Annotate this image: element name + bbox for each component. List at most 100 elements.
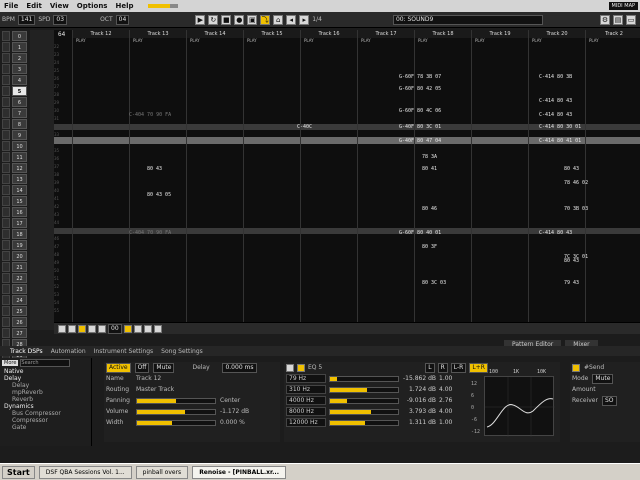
dsp-device-item[interactable]: Gate <box>0 424 91 431</box>
dsp-category[interactable]: Native <box>0 368 91 375</box>
pattern-note[interactable]: C-414 80 43 <box>539 98 572 104</box>
pattern-note[interactable]: 70 3B 03 <box>564 206 588 212</box>
pattern-note[interactable]: 80 46 <box>422 206 437 212</box>
dsp-category[interactable]: Delay <box>0 375 91 382</box>
pattern-note[interactable]: C-414 80 41 01 <box>539 138 581 144</box>
pattern-note[interactable]: 78 46 02 <box>564 180 588 186</box>
sequence-slot[interactable]: 19 <box>2 240 28 250</box>
eq-band-gain[interactable]: 1.311 dB <box>402 419 436 426</box>
track-property-value[interactable]: Track 12 <box>136 375 161 382</box>
track-header[interactable]: Track 13 <box>130 30 186 38</box>
sequence-slot-marker[interactable] <box>2 108 10 118</box>
redo-icon[interactable] <box>98 324 106 333</box>
step-next-icon[interactable]: ▸ <box>299 14 310 25</box>
dsp-device-item[interactable]: Delay <box>0 382 91 389</box>
pattern-note[interactable]: G-60F 80 4C 06 <box>399 108 441 114</box>
active-toggle[interactable]: Active <box>106 362 131 373</box>
sequence-slot-marker[interactable] <box>2 42 10 52</box>
track-column[interactable]: Track 14 PLAY <box>186 30 243 322</box>
sequence-slot[interactable]: 18 <box>2 229 28 239</box>
pattern-note[interactable]: 80 41 <box>422 166 437 172</box>
track-header[interactable]: Track 19 <box>472 30 528 38</box>
pattern-note[interactable]: C-414 80 30 01 <box>539 124 581 130</box>
eq-band-gain-slider[interactable] <box>329 397 399 404</box>
lr-right[interactable]: R <box>437 362 448 373</box>
sequence-slot[interactable]: 1 <box>2 42 28 52</box>
metronome-icon[interactable]: ⌂ <box>273 14 284 25</box>
eq-band-gain-slider[interactable] <box>329 419 399 426</box>
menu-help[interactable]: Help <box>111 2 137 10</box>
dsp-device-item[interactable]: mpReverb <box>0 389 91 396</box>
eq-band-q[interactable]: 4.00 <box>439 408 457 415</box>
eq-band-gain-slider[interactable] <box>329 375 399 382</box>
bpm-field[interactable]: 141 <box>17 14 36 25</box>
spd-field[interactable]: 03 <box>53 14 68 25</box>
sequence-slot[interactable]: 0 <box>2 31 28 41</box>
track-column[interactable]: Track 15 PLAY <box>243 30 300 322</box>
track-header[interactable]: Track 16 <box>301 30 357 38</box>
eq-band-frequency[interactable]: 8000 Hz <box>286 407 326 416</box>
sequence-slot[interactable]: 12 <box>2 163 28 173</box>
sequence-slot-marker[interactable] <box>2 130 10 140</box>
track-header[interactable]: Track 12 <box>73 30 129 38</box>
fx-column-icon[interactable] <box>153 324 162 333</box>
pattern-note[interactable]: G-40F 80 47 04 <box>399 138 441 144</box>
delay-field[interactable]: 0.000 ms <box>222 362 257 373</box>
loop-icon[interactable]: ↻ <box>208 14 219 25</box>
menu-options[interactable]: Options <box>73 2 112 10</box>
pattern-play-icon[interactable]: ▣ <box>247 14 258 25</box>
sequence-slot[interactable]: 2 <box>2 53 28 63</box>
track-property-value[interactable]: 0.000 % <box>220 419 245 426</box>
eq-band-frequency[interactable]: 4000 Hz <box>286 396 326 405</box>
sequence-slot[interactable]: 16 <box>2 207 28 217</box>
sequence-slot[interactable]: 17 <box>2 218 28 228</box>
pattern-note[interactable]: 80 43 <box>147 166 162 172</box>
pattern-note[interactable]: C-404 70 90 FA <box>129 112 171 118</box>
menu-view[interactable]: View <box>46 2 73 10</box>
pattern-note[interactable]: 80 43 05 <box>147 192 171 198</box>
sequence-slot-marker[interactable] <box>2 141 10 151</box>
block-icon[interactable] <box>68 324 76 333</box>
pattern-note[interactable]: 78 3A <box>422 154 437 160</box>
sequence-slot-marker[interactable] <box>2 229 10 239</box>
instrument-selector[interactable]: 00: SOUND9 <box>392 14 543 25</box>
track-header[interactable]: Track 2 <box>586 30 640 38</box>
sequence-slot-marker[interactable] <box>2 163 10 173</box>
track-property-slider[interactable] <box>136 397 216 404</box>
tab-instrument-settings[interactable]: Instrument Settings <box>94 348 154 355</box>
tab-track-dsps[interactable]: Track DSPs <box>10 348 43 355</box>
dsp-device-item[interactable]: Reverb <box>0 396 91 403</box>
off-toggle[interactable]: Off <box>134 362 150 373</box>
track-header[interactable]: Track 15 <box>244 30 300 38</box>
sequence-slot-marker[interactable] <box>2 152 10 162</box>
track-column[interactable]: Track 19 PLAY <box>471 30 528 322</box>
dsp-device-item[interactable]: Bus Compressor <box>0 410 91 417</box>
send-enable-icon[interactable] <box>572 363 580 372</box>
sequence-slot-marker[interactable] <box>2 317 10 327</box>
sequence-slot-marker[interactable] <box>2 284 10 294</box>
sequence-slot-marker[interactable] <box>2 53 10 63</box>
disk-icon[interactable]: ▤ <box>613 14 623 25</box>
track-property-value[interactable]: -1.172 dB <box>220 408 249 415</box>
sequence-slot-marker[interactable] <box>2 174 10 184</box>
sequence-slot[interactable]: 14 <box>2 185 28 195</box>
sequence-slot[interactable]: 7 <box>2 108 28 118</box>
stop-icon[interactable]: ■ <box>221 14 232 25</box>
pattern-note[interactable]: 80 43 <box>564 166 579 172</box>
send-mode-select[interactable]: Mute <box>592 373 614 384</box>
pattern-note[interactable]: 7C 3C 01 <box>564 254 588 260</box>
sequence-slot-marker[interactable] <box>2 240 10 250</box>
taskbar-item-active[interactable]: Renoise - [PINBALL.xr... <box>192 465 286 479</box>
sequence-slot-marker[interactable] <box>2 97 10 107</box>
lr-left[interactable]: L <box>425 362 435 373</box>
sequence-slot[interactable]: 11 <box>2 152 28 162</box>
master-volume-slider[interactable] <box>147 4 178 8</box>
sequence-slot[interactable]: 8 <box>2 119 28 129</box>
sequence-slot-marker[interactable] <box>2 86 10 96</box>
sequence-slot[interactable]: 9 <box>2 130 28 140</box>
pattern-note[interactable]: G-60F 80 40 01 <box>399 230 441 236</box>
eq-band-frequency[interactable]: 310 Hz <box>286 385 326 394</box>
sequence-slot-marker[interactable] <box>2 119 10 129</box>
sequence-slot-marker[interactable] <box>2 196 10 206</box>
sequence-slot[interactable]: 4 <box>2 75 28 85</box>
